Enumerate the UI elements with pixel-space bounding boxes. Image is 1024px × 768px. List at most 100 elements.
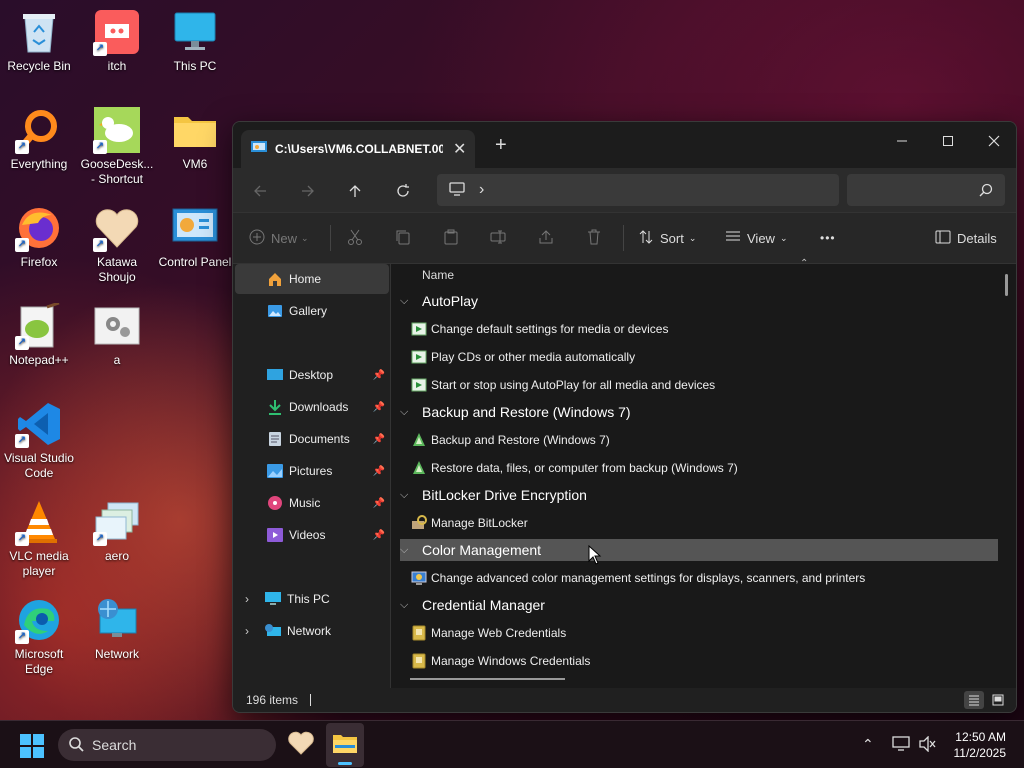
network-status-icon[interactable]: [892, 736, 910, 755]
sidebar-item-downloads[interactable]: Downloads 📌: [235, 392, 389, 422]
music-icon: [267, 495, 283, 511]
desktop-icon-itch[interactable]: ↗ itch: [78, 8, 156, 74]
large-icons-view-button[interactable]: [988, 691, 1008, 709]
more-options-button[interactable]: •••: [820, 213, 836, 263]
desktop-icon-recycle-bin[interactable]: Recycle Bin: [0, 8, 78, 74]
taskbar-search-box[interactable]: Search: [58, 729, 276, 761]
group-header-hovered[interactable]: ⌵ Color Management: [400, 539, 998, 561]
address-bar[interactable]: ›: [437, 174, 839, 206]
show-hidden-icons-chevron-icon[interactable]: ⌃: [862, 736, 874, 753]
list-item[interactable]: Manage Windows Credentials: [411, 650, 590, 672]
list-item[interactable]: Backup and Restore (Windows 7): [411, 429, 610, 451]
sidebar-item-music[interactable]: Music 📌: [235, 488, 389, 518]
sidebar-item-pictures[interactable]: Pictures 📌: [235, 456, 389, 486]
desktop-icon-label: Everything: [10, 157, 68, 171]
file-list[interactable]: Name ⌃ ⌵ AutoPlay Change default setting…: [392, 258, 1016, 688]
desktop-icon-notepadpp[interactable]: ↗ Notepad++: [0, 302, 78, 368]
computer-icon: [449, 181, 465, 199]
sidebar-item-home[interactable]: Home: [235, 264, 389, 294]
volume-muted-icon[interactable]: [918, 735, 936, 755]
horizontal-scrollbar[interactable]: [410, 678, 565, 680]
maximize-button[interactable]: [925, 126, 971, 156]
magnifier-icon: ↗: [15, 106, 63, 154]
up-button[interactable]: [343, 179, 367, 203]
desktop-icon-network[interactable]: Network: [78, 596, 156, 662]
list-item[interactable]: Start or stop using AutoPlay for all med…: [411, 374, 715, 396]
details-button[interactable]: Details: [935, 213, 997, 263]
sort-button[interactable]: Sort ⌄: [638, 213, 696, 263]
new-tab-button[interactable]: +: [495, 134, 507, 157]
pin-icon[interactable]: 📌: [373, 498, 385, 509]
group-header[interactable]: ⌵ AutoPlay: [400, 290, 478, 312]
pin-icon[interactable]: 📌: [373, 434, 385, 445]
sidebar-item-network[interactable]: › Network: [235, 616, 389, 646]
sidebar-item-label: Desktop: [289, 368, 334, 382]
details-view-button[interactable]: [964, 691, 984, 709]
close-window-button[interactable]: [971, 126, 1016, 156]
group-header[interactable]: ⌵ Backup and Restore (Windows 7): [400, 401, 631, 423]
tab-current[interactable]: C:\Users\VM6.COLLABNET.000 ✕: [241, 130, 475, 168]
group-label: AutoPlay: [422, 293, 479, 309]
chevron-right-icon[interactable]: ›: [245, 624, 259, 638]
sidebar-item-documents[interactable]: Documents 📌: [235, 424, 389, 454]
list-item[interactable]: Manage BitLocker: [411, 512, 528, 534]
sidebar-item-gallery[interactable]: Gallery: [235, 296, 389, 326]
list-item[interactable]: Play CDs or other media automatically: [411, 346, 635, 368]
desktop-icon-aero[interactable]: ↗ aero: [78, 498, 156, 564]
sidebar-item-label: Pictures: [289, 464, 333, 478]
pin-icon[interactable]: 📌: [373, 370, 385, 381]
chevron-down-icon: ⌄: [779, 232, 788, 243]
paste-button[interactable]: [443, 213, 459, 263]
desktop-icon-vscode[interactable]: ↗ Visual Studio Code: [0, 400, 78, 481]
list-item[interactable]: Restore data, files, or computer from ba…: [411, 457, 738, 479]
close-tab-icon[interactable]: ✕: [453, 139, 466, 159]
desktop-icon-katawa[interactable]: ↗ Katawa Shoujo: [78, 204, 156, 285]
sidebar-item-desktop[interactable]: Desktop 📌: [235, 360, 389, 390]
chevron-right-icon[interactable]: ›: [245, 592, 259, 606]
delete-button[interactable]: [586, 213, 602, 263]
share-button[interactable]: [538, 213, 554, 263]
group-header[interactable]: ⌵ Credential Manager: [400, 594, 545, 616]
desktop-icon-this-pc[interactable]: This PC: [156, 8, 234, 74]
heart-icon: [288, 731, 314, 755]
view-button[interactable]: View ⌄: [725, 213, 788, 263]
desktop-icon-firefox[interactable]: ↗ Firefox: [0, 204, 78, 270]
copy-button[interactable]: [395, 213, 411, 263]
forward-button[interactable]: [296, 179, 320, 203]
start-button[interactable]: [20, 734, 44, 761]
pin-icon[interactable]: 📌: [373, 402, 385, 413]
system-clock[interactable]: 12:50 AM 11/2/2025: [954, 729, 1007, 761]
list-item[interactable]: Change advanced color management setting…: [411, 567, 865, 589]
search-field[interactable]: [847, 174, 1005, 206]
group-header[interactable]: ⌵ BitLocker Drive Encryption: [400, 484, 587, 506]
rename-button[interactable]: [490, 213, 506, 263]
minimize-button[interactable]: [879, 126, 925, 156]
sidebar-item-this-pc[interactable]: › This PC: [235, 584, 389, 614]
list-item[interactable]: Manage Web Credentials: [411, 622, 566, 644]
desktop-icon-everything[interactable]: ↗ Everything: [0, 106, 78, 172]
chevron-down-icon: ⌄: [301, 232, 309, 243]
details-label: Details: [957, 230, 997, 246]
desktop-icon-vm6[interactable]: VM6: [156, 106, 234, 172]
cut-button[interactable]: [347, 213, 363, 263]
desktop-icon-control-panel[interactable]: Control Panel: [156, 204, 234, 270]
list-item[interactable]: Change default settings for media or dev…: [411, 318, 668, 340]
refresh-button[interactable]: [391, 179, 415, 203]
desktop-icon-vlc[interactable]: ↗ VLC media player: [0, 498, 78, 579]
sidebar-item-videos[interactable]: Videos 📌: [235, 520, 389, 550]
new-button[interactable]: New ⌄: [249, 213, 309, 263]
pin-icon[interactable]: 📌: [373, 530, 385, 541]
taskbar-app-katawa[interactable]: [288, 731, 314, 758]
column-header-name[interactable]: Name: [422, 268, 454, 282]
vertical-scrollbar[interactable]: [1005, 274, 1008, 296]
file-explorer-window[interactable]: C:\Users\VM6.COLLABNET.000 ✕ + › New ⌄ S…: [232, 121, 1017, 713]
pin-icon[interactable]: 📌: [373, 466, 385, 477]
title-bar[interactable]: C:\Users\VM6.COLLABNET.000 ✕ +: [233, 122, 1016, 168]
search-icon: [979, 183, 993, 200]
taskbar-app-file-explorer[interactable]: [326, 723, 364, 767]
desktop-icon-edge[interactable]: ↗ Microsoft Edge: [0, 596, 78, 677]
breadcrumb-chevron[interactable]: ›: [479, 181, 484, 199]
desktop-icon-goose[interactable]: ↗ GooseDesk... - Shortcut: [78, 106, 156, 187]
back-button[interactable]: [248, 179, 272, 203]
desktop-icon-a[interactable]: a: [78, 302, 156, 368]
